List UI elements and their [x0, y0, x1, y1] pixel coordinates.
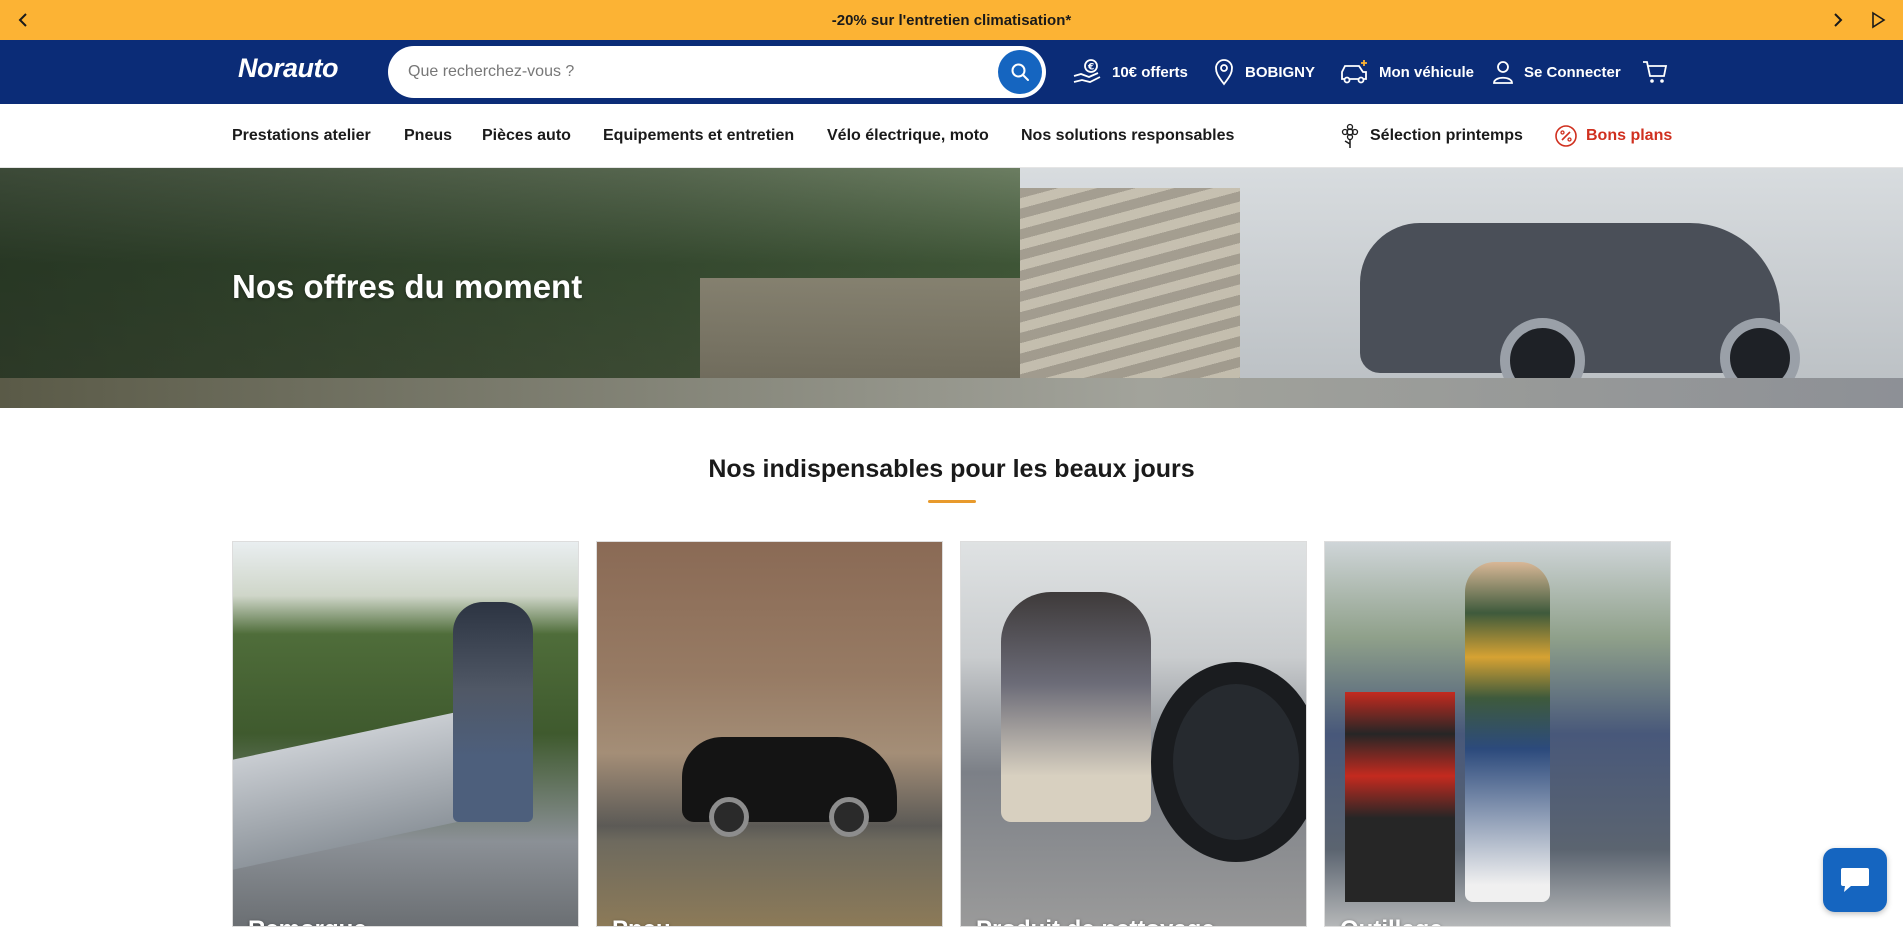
- tool-cart-illustration: [1345, 692, 1455, 902]
- search-button[interactable]: [998, 50, 1042, 94]
- category-card-label: Outillage: [1340, 916, 1443, 926]
- nav-item-pneus[interactable]: Pneus: [404, 104, 452, 168]
- hero-stairs-illustration: [1020, 188, 1240, 408]
- nav-item-velo-moto[interactable]: Vélo électrique, moto: [827, 104, 989, 168]
- promo-text[interactable]: -20% sur l'entretien climatisation*: [832, 12, 1071, 29]
- car-plus-icon: [1341, 60, 1367, 84]
- wheel-illustration: [829, 797, 869, 837]
- hero-ground-illustration: [0, 378, 1903, 408]
- svg-text:€: €: [1087, 63, 1094, 73]
- chevron-right-icon: [1834, 13, 1843, 27]
- user-icon: [1493, 61, 1513, 84]
- category-card-label: Remorque: [248, 916, 367, 926]
- logo-text: Norauto: [238, 53, 339, 83]
- main-nav: Prestations atelier Pneus Pièces auto Eq…: [0, 104, 1903, 168]
- nav-item-prestations-atelier[interactable]: Prestations atelier: [232, 104, 371, 168]
- search-icon: [1011, 63, 1029, 81]
- hero-title: Nos offres du moment: [232, 268, 583, 305]
- promo-play-button[interactable]: [1863, 0, 1893, 40]
- category-card-outillage[interactable]: Outillage: [1324, 541, 1671, 927]
- person-illustration: [453, 602, 533, 822]
- offer-link[interactable]: € 10€ offerts: [1072, 40, 1188, 104]
- norauto-logo[interactable]: Norauto: [238, 53, 339, 84]
- person-illustration: [1465, 562, 1550, 902]
- login-label: Se Connecter: [1524, 63, 1621, 81]
- play-icon: [1872, 11, 1886, 29]
- store-selector[interactable]: BOBIGNY: [1213, 40, 1315, 104]
- selection-printemps-label: Sélection printemps: [1370, 127, 1523, 144]
- hand-coin-icon: €: [1073, 59, 1101, 83]
- map-pin-icon: [1215, 59, 1233, 86]
- promo-next-button[interactable]: [1823, 0, 1853, 40]
- nav-item-solutions-responsables[interactable]: Nos solutions responsables: [1021, 104, 1234, 168]
- section-title: Nos indispensables pour les beaux jours: [708, 455, 1195, 483]
- chat-button[interactable]: [1823, 848, 1887, 912]
- category-card-label: Pneu: [612, 916, 671, 926]
- store-label: BOBIGNY: [1245, 63, 1316, 81]
- percent-badge-icon: [1555, 125, 1577, 147]
- chat-bubble-icon: [1841, 868, 1869, 892]
- hero-banner[interactable]: Nos offres du moment: [0, 168, 1903, 408]
- section-title-underline: [928, 500, 976, 503]
- nav-item-selection-printemps[interactable]: Sélection printemps: [1338, 104, 1523, 168]
- person-illustration: [1001, 592, 1151, 822]
- promo-prev-button[interactable]: [8, 0, 38, 40]
- search-input[interactable]: [408, 63, 968, 81]
- nav-item-pieces-auto[interactable]: Pièces auto: [482, 104, 571, 168]
- category-card-pneu[interactable]: Pneu: [596, 541, 943, 927]
- tire-illustration: [1151, 662, 1306, 862]
- category-card-remorque[interactable]: Remorque: [232, 541, 579, 927]
- login-link[interactable]: Se Connecter: [1492, 40, 1621, 104]
- vehicle-link[interactable]: Mon véhicule: [1339, 40, 1474, 104]
- category-card-label: Produit de nettoyage: [976, 916, 1215, 926]
- bons-plans-label: Bons plans: [1586, 127, 1673, 144]
- nav-item-bons-plans[interactable]: Bons plans: [1554, 104, 1672, 168]
- flower-icon: [1341, 123, 1359, 148]
- cart-button[interactable]: [1642, 40, 1678, 104]
- main-header: Norauto € 10€ offerts BOBIGNY Mon véhicu…: [0, 40, 1903, 104]
- search-bar: [388, 46, 1046, 98]
- category-card-produit-nettoyage[interactable]: Produit de nettoyage: [960, 541, 1307, 927]
- nav-item-equipements[interactable]: Equipements et entretien: [603, 104, 794, 168]
- chevron-left-icon: [18, 13, 27, 27]
- promo-bar: -20% sur l'entretien climatisation*: [0, 0, 1903, 40]
- cart-icon: [1643, 61, 1668, 83]
- vehicle-label: Mon véhicule: [1379, 63, 1475, 81]
- offer-label: 10€ offerts: [1112, 63, 1188, 81]
- wheel-illustration: [709, 797, 749, 837]
